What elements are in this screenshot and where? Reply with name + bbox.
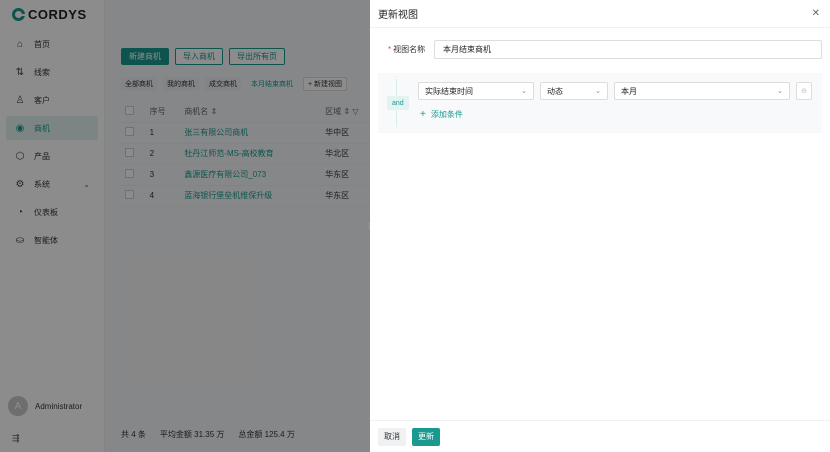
drawer-header: 更新视图 ✕ bbox=[370, 0, 830, 28]
view-name-label: * 视图名称 bbox=[388, 44, 434, 55]
condition-operator-select[interactable]: 动态 ⌄ bbox=[540, 82, 608, 100]
view-name-input[interactable]: 本月结束商机 bbox=[434, 40, 822, 59]
required-mark: * bbox=[388, 45, 392, 54]
remove-condition-icon[interactable]: ⊖ bbox=[796, 82, 812, 100]
logic-operator-toggle[interactable]: and bbox=[387, 96, 409, 110]
filter-condition-box: and 实际结束时间 ⌄ 动态 ⌄ 本月 ⌄ ⊖ + 添加条件 bbox=[378, 73, 822, 133]
condition-operator-value: 动态 bbox=[547, 86, 563, 96]
chevron-down-icon: ⌄ bbox=[777, 88, 783, 95]
chevron-down-icon: ⌄ bbox=[595, 88, 601, 95]
drawer-footer: 取消 更新 bbox=[370, 420, 830, 452]
cancel-button[interactable]: 取消 bbox=[378, 427, 406, 446]
view-name-row: * 视图名称 本月结束商机 bbox=[370, 28, 830, 59]
drawer-title: 更新视图 bbox=[378, 10, 418, 21]
condition-row: 实际结束时间 ⌄ 动态 ⌄ 本月 ⌄ ⊖ bbox=[418, 82, 812, 100]
update-button[interactable]: 更新 bbox=[412, 427, 440, 446]
view-name-label-text: 视图名称 bbox=[393, 45, 426, 54]
update-view-drawer: 更新视图 ✕ * 视图名称 本月结束商机 and 实际结束时间 ⌄ 动态 ⌄ 本月… bbox=[370, 0, 830, 452]
condition-field-value: 实际结束时间 bbox=[425, 86, 473, 96]
add-condition-label: 添加条件 bbox=[430, 110, 463, 119]
plus-icon: + bbox=[420, 109, 426, 120]
condition-value-select[interactable]: 本月 ⌄ bbox=[614, 82, 790, 100]
close-icon[interactable]: ✕ bbox=[812, 8, 820, 19]
condition-value-value: 本月 bbox=[621, 86, 637, 96]
condition-field-select[interactable]: 实际结束时间 ⌄ bbox=[418, 82, 534, 100]
modal-overlay[interactable] bbox=[0, 0, 370, 452]
add-condition-button[interactable]: + 添加条件 bbox=[420, 109, 463, 120]
chevron-down-icon: ⌄ bbox=[521, 88, 527, 95]
